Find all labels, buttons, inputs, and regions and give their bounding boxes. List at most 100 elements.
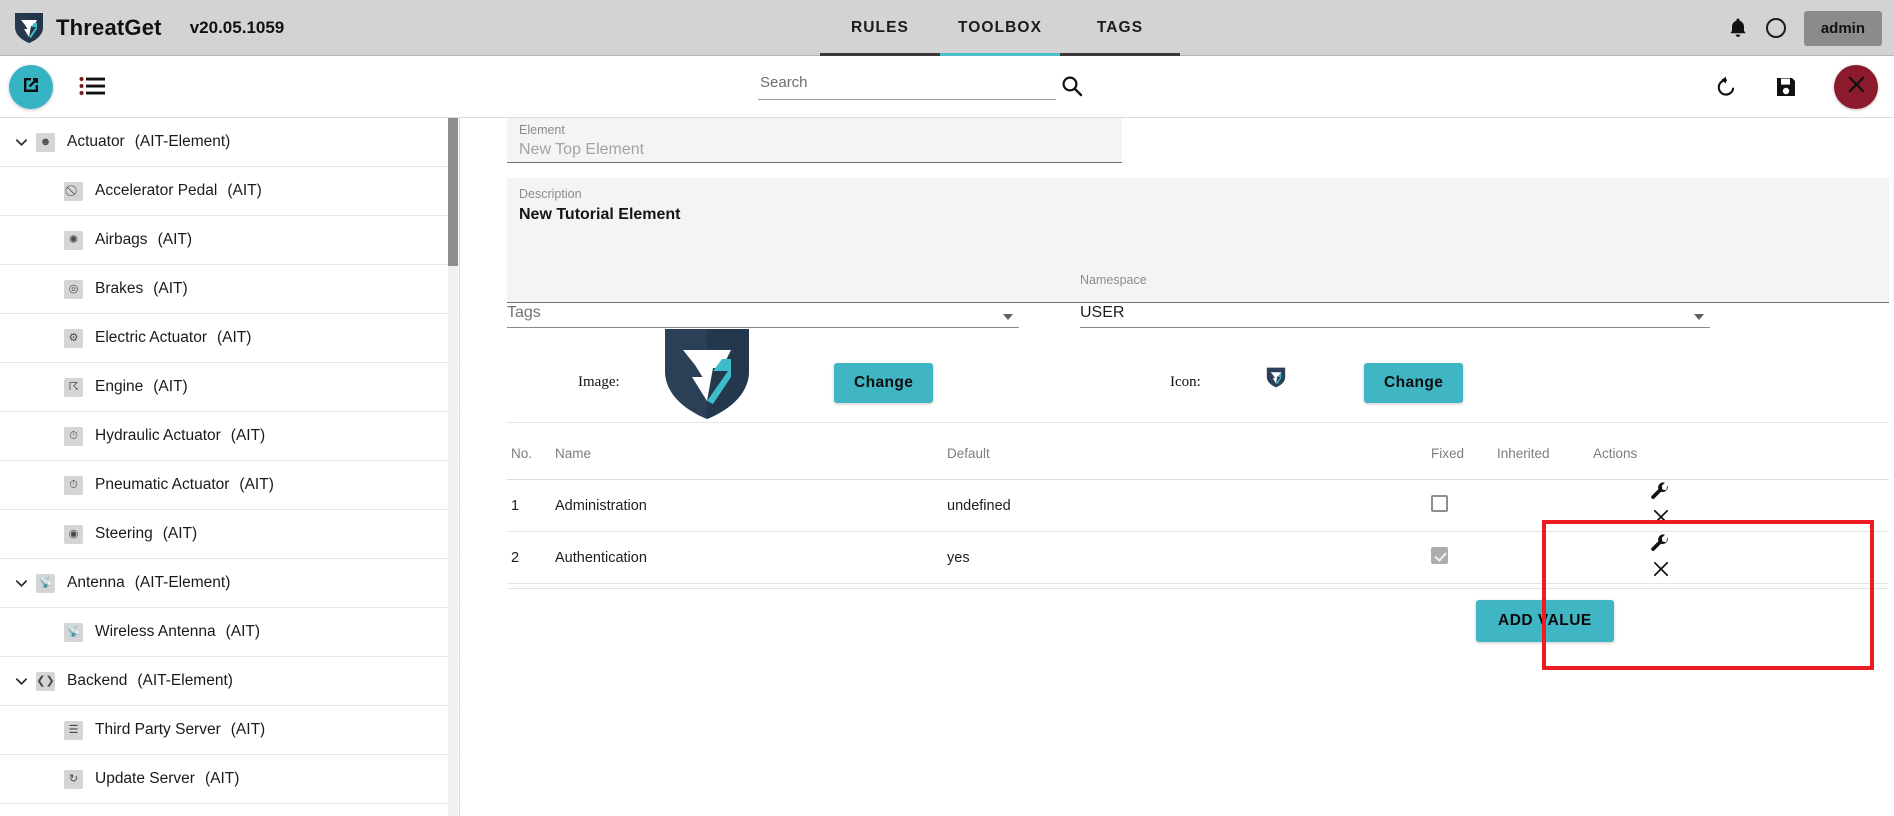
antenna-icon: 📡 xyxy=(36,573,55,593)
tree-item-label: Wireless Antenna xyxy=(95,623,216,640)
element-name-field[interactable]: Element New Top Element xyxy=(507,118,1122,163)
chevron-down-icon xyxy=(1003,314,1013,320)
add-value-button[interactable]: ADD VALUE xyxy=(1476,600,1614,642)
table-body: 1 Administration undefined 2 Authentication y… xyxy=(507,480,1889,584)
wrench-icon xyxy=(1649,533,1671,558)
tree-item-type: (AIT) xyxy=(239,476,274,493)
tree-item-third-party-server[interactable]: ☰ Third Party Server (AIT) xyxy=(0,706,459,755)
attribute-table: No. Name Default Fixed Inherited Actions… xyxy=(507,428,1889,584)
tab-toolbox-label: TOOLBOX xyxy=(957,19,1043,36)
tab-toolbox[interactable]: TOOLBOX xyxy=(940,0,1060,56)
tree-item-type: (AIT-Element) xyxy=(137,672,233,689)
close-x-icon xyxy=(1845,73,1868,101)
icon-label: Icon: xyxy=(1170,374,1201,390)
chevron-down-icon[interactable] xyxy=(6,135,36,150)
engine-icon: ☈ xyxy=(64,377,83,397)
tags-placeholder: Tags xyxy=(507,304,541,321)
table-row: 2 Authentication yes xyxy=(507,532,1889,584)
cell-name: Administration xyxy=(555,497,647,514)
tree-item-type: (AIT) xyxy=(204,770,240,787)
tree-item-label: Third Party Server xyxy=(95,721,221,738)
element-name-label: Element xyxy=(519,123,565,137)
edit-row-button[interactable] xyxy=(1649,481,1671,506)
element-tree-sidebar[interactable]: ☻ Actuator (AIT-Element)⃠ Accelerator Pedal… xyxy=(0,118,460,816)
tree-item-airbags[interactable]: ✺ Airbags (AIT) xyxy=(0,216,459,265)
tree-item-type: (AIT) xyxy=(157,231,192,248)
tree-item-type: (AIT) xyxy=(162,525,198,542)
new-element-button[interactable] xyxy=(9,65,53,109)
icon-preview-threatget-shield-small-icon xyxy=(1266,367,1286,388)
tree-item-label: Update Server xyxy=(95,770,195,787)
change-image-button[interactable]: Change xyxy=(834,363,934,403)
edit-row-button[interactable] xyxy=(1649,533,1671,558)
external-link-icon xyxy=(19,73,43,102)
chevron-down-icon[interactable] xyxy=(6,674,36,689)
close-x-icon xyxy=(1651,507,1671,530)
tree-item-actuator[interactable]: ☻ Actuator (AIT-Element) xyxy=(0,118,459,167)
tree-item-label: Engine xyxy=(95,378,144,395)
tab-rules[interactable]: RULES xyxy=(820,0,940,56)
header-actions: admin xyxy=(1728,0,1882,56)
antenna-icon: 📡 xyxy=(64,622,83,642)
tree-item-label: Electric Actuator xyxy=(95,329,207,346)
save-button[interactable] xyxy=(1774,75,1798,99)
tree-item-wireless-antenna[interactable]: 📡 Wireless Antenna (AIT) xyxy=(0,608,459,657)
tree-item-pneumatic-actuator[interactable]: ⏱ Pneumatic Actuator (AIT) xyxy=(0,461,459,510)
tree-item-type: (AIT) xyxy=(230,427,266,444)
change-icon-button[interactable]: Change xyxy=(1364,363,1464,403)
tree-item-label: Airbags xyxy=(95,231,148,248)
delete-row-button[interactable] xyxy=(1651,507,1671,530)
image-preview-threatget-shield-logo-icon xyxy=(659,326,755,422)
tree-item-type: (AIT) xyxy=(153,378,188,395)
cell-no: 2 xyxy=(511,549,520,566)
delete-row-button[interactable] xyxy=(1651,559,1671,582)
user-menu-button[interactable]: admin xyxy=(1803,10,1882,46)
namespace-value: USER xyxy=(1080,304,1125,321)
wrench-icon xyxy=(1649,481,1671,506)
tab-tags-label: TAGS xyxy=(1096,19,1144,36)
tree-item-electric-actuator[interactable]: ⚙ Electric Actuator (AIT) xyxy=(0,314,459,363)
threatget-shield-logo-icon xyxy=(14,12,44,44)
actuator-icon: ☻ xyxy=(36,132,55,152)
refresh-button[interactable] xyxy=(1714,75,1738,99)
tree-item-engine[interactable]: ☈ Engine (AIT) xyxy=(0,363,459,412)
airbag-icon: ✺ xyxy=(64,230,83,250)
namespace-select[interactable]: Namespace USER xyxy=(1080,273,1710,328)
sidebar-scrollbar[interactable] xyxy=(448,118,458,816)
cell-no: 1 xyxy=(511,497,520,514)
tree-item-backend[interactable]: ❮❯ Backend (AIT-Element) xyxy=(0,657,459,706)
search-button[interactable] xyxy=(1060,74,1084,98)
list-icon[interactable] xyxy=(79,76,105,96)
circle-icon[interactable] xyxy=(1765,18,1786,38)
bell-icon[interactable] xyxy=(1728,17,1748,39)
close-editor-button[interactable] xyxy=(1834,65,1878,109)
tree-item-brakes[interactable]: ◎ Brakes (AIT) xyxy=(0,265,459,314)
namespace-label: Namespace xyxy=(1080,273,1147,287)
tab-tags[interactable]: TAGS xyxy=(1060,0,1180,56)
cell-default: undefined xyxy=(947,497,1011,514)
app-version: v20.05.1059 xyxy=(189,17,285,37)
tree-item-accelerator-pedal[interactable]: ⃠ Accelerator Pedal (AIT) xyxy=(0,167,459,216)
tree-item-type: (AIT-Element) xyxy=(134,574,231,591)
chevron-down-icon[interactable] xyxy=(6,576,36,591)
steering-icon: ◉ xyxy=(64,524,83,544)
tree-item-hydraulic-actuator[interactable]: ⏱ Hydraulic Actuator (AIT) xyxy=(0,412,459,461)
column-header-fixed: Fixed xyxy=(1431,446,1465,461)
description-value: New Tutorial Element xyxy=(519,206,681,223)
sidebar-scrollbar-thumb[interactable] xyxy=(448,118,458,266)
tree-item-type: (AIT-Element) xyxy=(134,133,231,150)
fixed-checkbox[interactable] xyxy=(1431,495,1448,512)
tree-item-label: Backend xyxy=(67,672,128,689)
tree-item-label: Hydraulic Actuator xyxy=(95,427,221,444)
tree-item-antenna[interactable]: 📡 Antenna (AIT-Element) xyxy=(0,559,459,608)
tree-item-type: (AIT) xyxy=(153,280,188,297)
search-input[interactable] xyxy=(758,70,1056,100)
tree-item-label: Steering xyxy=(95,525,153,542)
tree-item-label: Brakes xyxy=(95,280,144,297)
code-icon: ❮❯ xyxy=(36,671,55,691)
tags-select[interactable]: Tags xyxy=(507,288,1019,328)
tree-item-steering[interactable]: ◉ Steering (AIT) xyxy=(0,510,459,559)
cell-name: Authentication xyxy=(555,549,647,566)
app-name: ThreatGet xyxy=(56,14,162,40)
tree-item-update-server[interactable]: ↻ Update Server (AIT) xyxy=(0,755,459,804)
